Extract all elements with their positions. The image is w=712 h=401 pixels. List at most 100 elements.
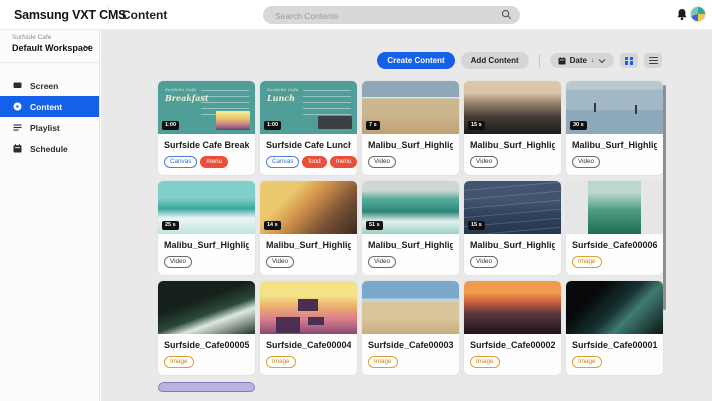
tag-video[interactable]: Video <box>164 256 192 268</box>
vertical-scrollbar[interactable] <box>663 85 666 310</box>
tag-video[interactable]: Video <box>572 156 600 168</box>
content-card[interactable]: 30 s Malibu_Surf_Highligh... Video <box>566 81 663 175</box>
content-card[interactable]: Surfside Cafe Breakfast 1:00 Surfside Ca… <box>158 81 255 175</box>
tag-menu[interactable]: menu <box>200 156 228 168</box>
card-tags: Video <box>572 156 657 168</box>
card-tags: Video <box>266 256 351 268</box>
sidebar-item-screen[interactable]: Screen <box>0 75 99 96</box>
card-thumbnail[interactable]: 14 s <box>260 181 357 234</box>
page-title: Content <box>122 8 167 22</box>
card-body: Surfside_Cafe00001 Image <box>566 334 663 368</box>
card-tags: Video <box>368 256 453 268</box>
card-thumbnail[interactable]: 25 s <box>158 181 255 234</box>
sidebar-item-content[interactable]: Content <box>0 96 99 117</box>
grid-view-icon <box>625 57 633 65</box>
card-title: Surfside_Cafe00002 <box>470 340 555 350</box>
tag-video[interactable]: Video <box>470 156 498 168</box>
sidebar-item-label: Content <box>30 102 62 112</box>
app-logo: Samsung VXT CMS <box>14 8 126 22</box>
tag-image[interactable]: Image <box>164 356 194 368</box>
content-grid: Surfside Cafe Breakfast 1:00 Surfside Ca… <box>158 81 663 375</box>
card-thumbnail[interactable] <box>464 281 561 334</box>
list-view-button[interactable] <box>644 53 662 68</box>
card-thumbnail[interactable] <box>260 281 357 334</box>
card-body: Malibu_Surf_Highligh... Video <box>464 134 561 168</box>
search-input[interactable] <box>263 7 520 25</box>
user-avatar[interactable] <box>690 6 706 22</box>
card-title: Surfside_Cafe00006 <box>572 240 657 250</box>
card-tags: Canvasfoodmenu+5 <box>266 156 351 168</box>
card-thumbnail[interactable]: 15 s <box>464 81 561 134</box>
main-area: Create Content Add Content Date ↓ Surfsi… <box>101 30 712 401</box>
content-card[interactable]: 15 s Malibu_Surf_Highligh... Video <box>464 81 561 175</box>
card-title: Malibu_Surf_Highligh... <box>164 240 249 250</box>
content-card[interactable]: Surfside_Cafe00006 Image <box>566 181 663 275</box>
tag-video[interactable]: Video <box>470 256 498 268</box>
card-title: Surfside_Cafe00005 <box>164 340 249 350</box>
content-card[interactable]: Surfside_Cafe00002 Image <box>464 281 561 375</box>
tag-image[interactable]: Image <box>470 356 500 368</box>
content-card[interactable]: Surfside_Cafe00004 Image <box>260 281 357 375</box>
content-card[interactable]: 14 s Malibu_Surf_Highligh... Video <box>260 181 357 275</box>
grid-view-button[interactable] <box>620 53 638 68</box>
notifications-bell-icon[interactable] <box>676 8 688 21</box>
search-box[interactable] <box>263 6 520 24</box>
duration-badge: 7 s <box>366 121 380 130</box>
content-card[interactable]: 25 s Malibu_Surf_Highligh... Video <box>158 181 255 275</box>
card-title: Malibu_Surf_Highligh... <box>368 240 453 250</box>
partial-card-thumbnail <box>158 382 255 392</box>
card-thumbnail[interactable]: Surfside Cafe Lunch 1:00 <box>260 81 357 134</box>
duration-badge: 51 s <box>366 221 383 230</box>
content-card[interactable]: Surfside_Cafe00001 Image <box>566 281 663 375</box>
content-card[interactable]: 51 s Malibu_Surf_Highligh... Video <box>362 181 459 275</box>
content-card[interactable]: Surfside_Cafe00005 Image <box>158 281 255 375</box>
card-thumbnail[interactable] <box>362 281 459 334</box>
create-content-button[interactable]: Create Content <box>377 52 454 69</box>
tag-image[interactable]: Image <box>266 356 296 368</box>
card-body: Surfside_Cafe00002 Image <box>464 334 561 368</box>
tag-image[interactable]: Image <box>368 356 398 368</box>
sidebar-item-playlist[interactable]: Playlist <box>0 117 99 138</box>
sidebar-item-label: Schedule <box>30 144 68 154</box>
card-thumbnail[interactable]: Surfside Cafe Breakfast 1:00 <box>158 81 255 134</box>
add-content-button[interactable]: Add Content <box>461 52 529 69</box>
card-thumbnail[interactable] <box>566 181 663 234</box>
card-body: Malibu_Surf_Highligh... Video <box>566 134 663 168</box>
workspace-org: Surfside Cafe <box>12 34 99 41</box>
sort-by-date-dropdown[interactable]: Date ↓ <box>550 53 614 68</box>
content-card[interactable]: 15 s Malibu_Surf_Highligh... Video <box>464 181 561 275</box>
menu-art: Surfside Cafe Lunch <box>267 87 298 103</box>
content-card[interactable]: Surfside_Cafe00003 Image <box>362 281 459 375</box>
sidebar-nav: Screen Content Playlist Schedule <box>0 63 99 159</box>
card-thumbnail[interactable]: 51 s <box>362 181 459 234</box>
card-body: Surfside Cafe Breakfas... Canvasmenu <box>158 134 255 168</box>
card-thumbnail[interactable]: 30 s <box>566 81 663 134</box>
sidebar-item-schedule[interactable]: Schedule <box>0 138 99 159</box>
tag-video[interactable]: Video <box>368 256 396 268</box>
card-body: Surfside_Cafe00005 Image <box>158 334 255 368</box>
search-icon[interactable] <box>501 9 512 20</box>
tag-food[interactable]: food <box>302 156 326 168</box>
content-card[interactable]: Surfside Cafe Lunch 1:00 Surfside Cafe L… <box>260 81 357 175</box>
tag-video[interactable]: Video <box>266 256 294 268</box>
card-thumbnail[interactable]: 7 s <box>362 81 459 134</box>
tag-canvas[interactable]: Canvas <box>164 156 197 168</box>
card-thumbnail[interactable] <box>566 281 663 334</box>
partial-card[interactable] <box>158 382 255 401</box>
card-title: Malibu_Surf_Highligh... <box>368 140 453 150</box>
card-tags: Video <box>470 256 555 268</box>
tag-video[interactable]: Video <box>368 156 396 168</box>
card-body: Malibu_Surf_Highligh... Video <box>362 134 459 168</box>
card-tags: Image <box>266 356 351 368</box>
content-toolbar: Create Content Add Content Date ↓ <box>101 30 712 69</box>
workspace-selector[interactable]: Surfside Cafe Default Workspace <box>0 30 99 63</box>
tag-menu[interactable]: menu <box>330 156 357 168</box>
card-tags: Video <box>470 156 555 168</box>
tag-image[interactable]: Image <box>572 256 602 268</box>
playlist-icon <box>13 123 22 132</box>
card-thumbnail[interactable] <box>158 281 255 334</box>
tag-canvas[interactable]: Canvas <box>266 156 299 168</box>
content-card[interactable]: 7 s Malibu_Surf_Highligh... Video <box>362 81 459 175</box>
tag-image[interactable]: Image <box>572 356 602 368</box>
card-thumbnail[interactable]: 15 s <box>464 181 561 234</box>
